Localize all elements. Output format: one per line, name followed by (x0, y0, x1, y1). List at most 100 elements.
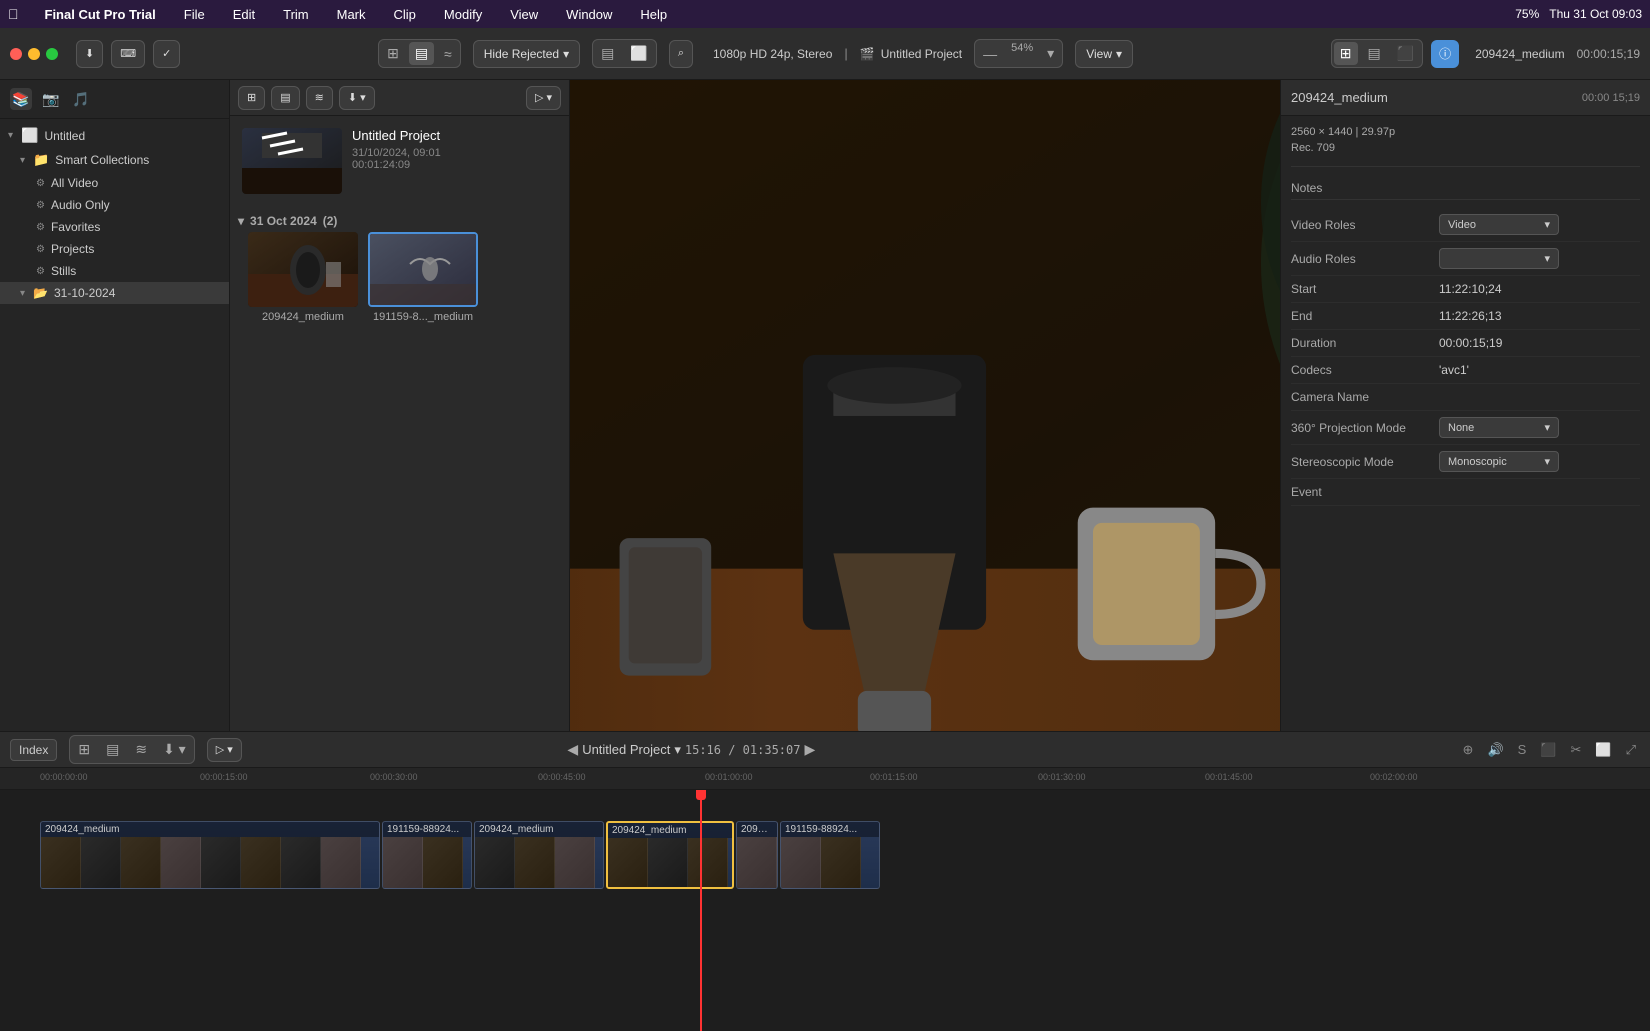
menu-modify[interactable]: Modify (438, 5, 488, 24)
clip-1-inner: 191159-88924... (383, 822, 471, 888)
timeline-clip-3[interactable]: 209424_medium (606, 821, 734, 889)
menu-trim[interactable]: Trim (277, 5, 315, 24)
timeline-clip-0[interactable]: 209424_medium (40, 821, 380, 889)
maximize-button[interactable] (46, 48, 58, 60)
list-view-btn[interactable]: ▤ (409, 42, 434, 65)
360-projection-chevron: ▾ (1544, 421, 1550, 434)
zoom-out-btn[interactable]: — (977, 42, 1003, 65)
duration-value: 00:00:15;19 (1439, 336, 1640, 350)
inspector-clip-name: 209424_medium (1291, 90, 1388, 105)
tl-view-btn2[interactable]: ▤ (100, 738, 125, 761)
zoom-in-btn[interactable]: ▾ (1041, 42, 1060, 65)
tl-view-btn1[interactable]: ⊞ (72, 738, 96, 761)
sidebar-item-audio-only-label: Audio Only (51, 198, 110, 212)
clip-1-frame-1 (423, 837, 463, 888)
sidebar-item-stills[interactable]: ⚙ Stills (0, 260, 229, 282)
index-button[interactable]: Index (10, 739, 57, 761)
sidebar-item-31-10-2024[interactable]: ▾ 📂 31-10-2024 (0, 282, 229, 304)
sidebar-media-icon[interactable]: 🎵 (70, 88, 92, 110)
project-card[interactable]: Untitled Project 31/10/2024, 09:01 00:01… (238, 124, 561, 198)
tl-select-tool-btn[interactable]: ▷ ▾ (207, 738, 242, 762)
browser-select-btn[interactable]: ▷ ▾ (526, 86, 561, 110)
timeline-clip-1[interactable]: 191159-88924... (382, 821, 472, 889)
browser-toolbar-btn2[interactable]: ▤ (271, 86, 299, 110)
timeline-clip-5[interactable]: 191159-88924... (780, 821, 880, 889)
view-button[interactable]: View ▾ (1075, 40, 1133, 68)
tl-zoom-fit-btn[interactable]: ⤢ (1622, 740, 1640, 760)
timeline-view-btn[interactable]: ⬛ (1391, 42, 1420, 65)
sidebar-header: 📚 📷 🎵 (0, 80, 229, 119)
tl-prev-btn[interactable]: ◀ (567, 741, 578, 758)
stereoscopic-dropdown[interactable]: Monoscopic ▾ (1439, 451, 1559, 472)
date-header[interactable]: ▾ 31 Oct 2024 (2) (238, 210, 561, 232)
audio-roles-dropdown[interactable]: ▾ (1439, 248, 1559, 269)
menu-clip[interactable]: Clip (388, 5, 422, 24)
tl-view-btn4[interactable]: ⬇ ▾ (157, 738, 192, 761)
browser-toolbar-btn4[interactable]: ⬇ ▾ (339, 86, 375, 110)
sidebar-item-smart-collections[interactable]: ▾ 📁 Smart Collections (0, 148, 229, 172)
video-roles-value: Video (1448, 219, 1476, 231)
keyword-icon: ⌨ (120, 47, 136, 60)
audio-roles-label: Audio Roles (1291, 252, 1431, 266)
dual-view-btn[interactable]: ▤ (1362, 42, 1387, 65)
sidebar-photos-icon[interactable]: 📷 (40, 88, 62, 110)
sidebar-item-projects-label: Projects (51, 242, 94, 256)
import-button[interactable]: ⬇ (76, 40, 103, 68)
inspector-video-roles-row: Video Roles Video ▾ (1291, 208, 1640, 242)
date-label: 31 Oct 2024 (250, 214, 317, 228)
inspector-end-row: End 11:22:26;13 (1291, 303, 1640, 330)
clip-view-btn1[interactable]: ▤ (595, 42, 620, 65)
minimize-button[interactable] (28, 48, 40, 60)
timeline-clip-4[interactable]: 20942... (736, 821, 778, 889)
menu-view[interactable]: View (504, 5, 544, 24)
inspector-header: 209424_medium 00:00 15;19 (1281, 80, 1650, 116)
sidebar-item-audio-only[interactable]: ⚙ Audio Only (0, 194, 229, 216)
stereoscopic-chevron: ▾ (1544, 455, 1550, 468)
menu-mark[interactable]: Mark (331, 5, 372, 24)
tl-solo-btn[interactable]: S (1514, 740, 1531, 759)
menu-file[interactable]: File (178, 5, 211, 24)
360-projection-dropdown[interactable]: None ▾ (1439, 417, 1559, 438)
menu-app-name[interactable]: Final Cut Pro Trial (39, 5, 162, 24)
browser-toolbar-btn3[interactable]: ≋ (306, 86, 333, 110)
menu-window[interactable]: Window (560, 5, 618, 24)
sidebar-item-projects[interactable]: ⚙ Projects (0, 238, 229, 260)
menu-help[interactable]: Help (634, 5, 673, 24)
inspector-button[interactable]: ⓘ (1431, 40, 1459, 68)
notes-label: Notes (1291, 181, 1431, 195)
search-button[interactable]: ⌕ (669, 40, 693, 68)
wave-view-btn[interactable]: ≈ (438, 42, 458, 65)
clip-item-0[interactable]: 209424_medium (248, 232, 358, 323)
inspector-notes-row: Notes (1291, 175, 1640, 200)
approve-button[interactable]: ✓ (153, 40, 180, 68)
clip-view-btn2[interactable]: ⬜ (624, 42, 653, 65)
keyword-button[interactable]: ⌨ (111, 40, 145, 68)
sidebar-item-untitled[interactable]: ▾ ⬜ Untitled (0, 123, 229, 148)
sidebar-item-all-video[interactable]: ⚙ All Video (0, 172, 229, 194)
video-roles-dropdown[interactable]: Video ▾ (1439, 214, 1559, 235)
tl-audio-btn[interactable]: 🔊 (1483, 740, 1507, 760)
tl-next-btn[interactable]: ▶ (804, 741, 815, 758)
close-button[interactable] (10, 48, 22, 60)
ruler-mark-1: 00:00:15:00 (200, 772, 248, 782)
sidebar-item-favorites[interactable]: ⚙ Favorites (0, 216, 229, 238)
clip-2-frame-0 (475, 837, 515, 888)
clip-item-1[interactable]: 191159-8..._medium (368, 232, 478, 323)
sidebar-libraries-icon[interactable]: 📚 (10, 88, 32, 110)
timeline-clip-2[interactable]: 209424_medium (474, 821, 604, 889)
menu-edit[interactable]: Edit (227, 5, 261, 24)
filmstrip-view-btn[interactable]: ⊞ (381, 42, 405, 65)
browser-view-btn[interactable]: ⊞ (1334, 42, 1358, 65)
tl-connect-btn[interactable]: ⬛ (1536, 740, 1560, 760)
hide-rejected-button[interactable]: Hide Rejected ▾ (473, 40, 580, 68)
tl-timeline-opts-btn[interactable]: ⬜ (1591, 740, 1615, 760)
browser-toolbar-btn1[interactable]: ⊞ (238, 86, 265, 110)
tl-add-btn[interactable]: ⊕ (1459, 740, 1478, 760)
tl-view-btn3[interactable]: ≋ (129, 738, 153, 761)
format-separator: | (844, 46, 847, 61)
stereoscopic-label: Stereoscopic Mode (1291, 455, 1431, 469)
clip-0-frame-5 (241, 837, 281, 888)
tl-blade-btn[interactable]: ✂ (1566, 740, 1585, 760)
inspector-360-projection-row: 360° Projection Mode None ▾ (1291, 411, 1640, 445)
chevron-down-icon: ▾ (563, 47, 569, 61)
